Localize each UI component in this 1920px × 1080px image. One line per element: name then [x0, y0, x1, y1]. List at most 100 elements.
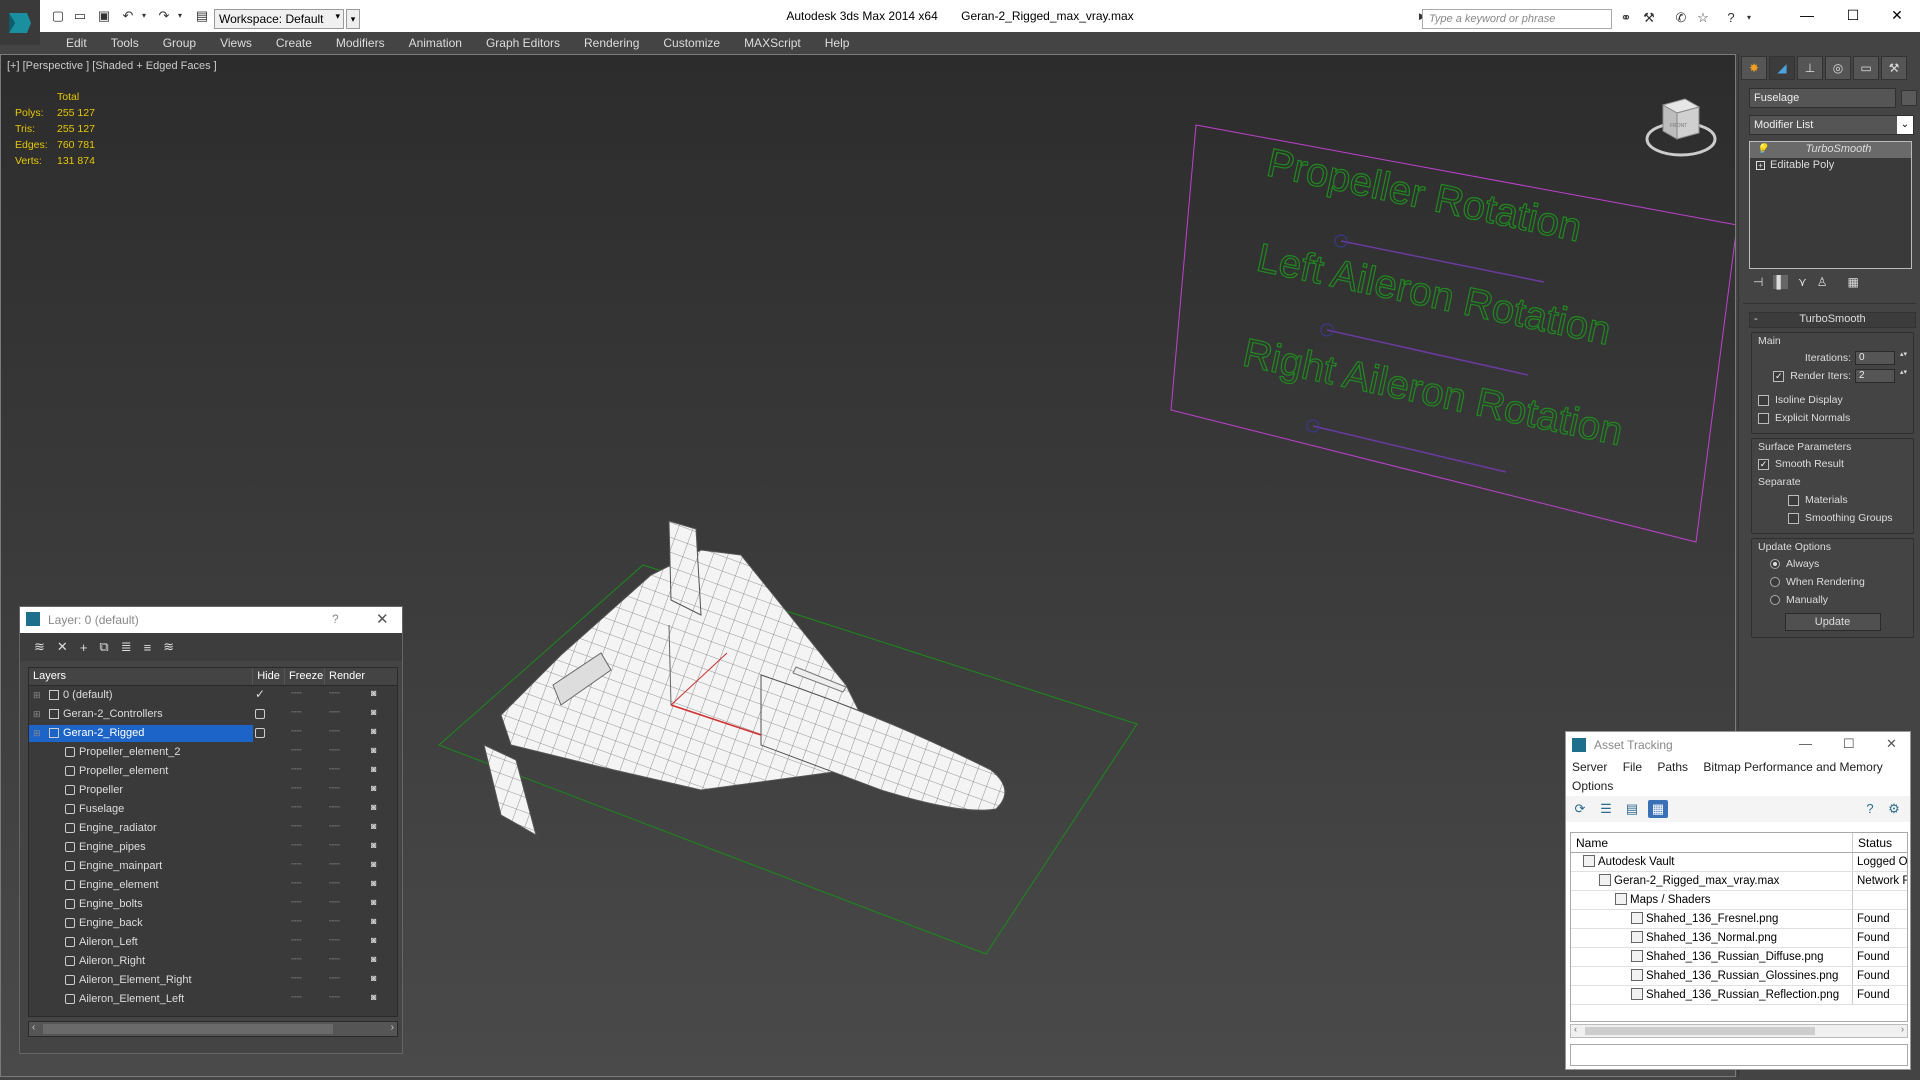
render-toggle[interactable]: ◙: [371, 840, 376, 850]
open-file-icon[interactable]: ▭: [72, 9, 88, 23]
table-view-icon[interactable]: ▦: [1648, 800, 1668, 818]
hide-toggle[interactable]: ╌╌: [291, 973, 302, 984]
freeze-toggle[interactable]: ╌╌: [329, 821, 340, 832]
freeze-toggle[interactable]: ╌╌: [329, 954, 340, 965]
app-logo-icon[interactable]: [0, 0, 40, 45]
asset-row[interactable]: Shahed_136_Russian_Glossines.png Found: [1571, 967, 1907, 986]
layer-row[interactable]: Aileron_Element_Left ╌╌ ╌╌ ◙: [29, 990, 397, 1009]
freeze-toggle[interactable]: ╌╌: [329, 916, 340, 927]
asset-row[interactable]: Autodesk Vault Logged O: [1571, 853, 1907, 872]
asset-name-cell[interactable]: Shahed_136_Russian_Diffuse.png: [1571, 948, 1853, 966]
list-view-icon[interactable]: ☰: [1596, 800, 1616, 818]
update-button[interactable]: Update: [1784, 613, 1881, 631]
layer-name-cell[interactable]: Fuselage: [29, 801, 253, 818]
scroll-left-icon[interactable]: ‹: [32, 1022, 35, 1033]
layer-name-cell[interactable]: ⊞ 0 (default): [29, 687, 253, 704]
layer-name-cell[interactable]: Propeller: [29, 782, 253, 799]
layer-row[interactable]: Engine_mainpart ╌╌ ╌╌ ◙: [29, 857, 397, 876]
hide-all-layers-icon[interactable]: ≋: [163, 639, 174, 655]
hide-toggle[interactable]: ╌╌: [291, 783, 302, 794]
column-name[interactable]: Name: [1571, 833, 1853, 852]
refresh-icon[interactable]: ⟳: [1570, 800, 1590, 818]
modify-tab-icon[interactable]: ◢: [1769, 56, 1795, 80]
menu-modifiers[interactable]: Modifiers: [324, 36, 397, 50]
freeze-toggle[interactable]: ╌╌: [329, 935, 340, 946]
highlight-layer-icon[interactable]: ≡: [144, 640, 152, 655]
maximize-button[interactable]: ☐: [1843, 736, 1855, 752]
layer-manager-icon[interactable]: ≋: [34, 639, 45, 655]
help-icon[interactable]: ?: [1860, 800, 1880, 818]
communication-icon[interactable]: ✆: [1672, 10, 1690, 26]
lightbulb-icon[interactable]: 💡: [1756, 144, 1768, 155]
asset-row[interactable]: Maps / Shaders: [1571, 891, 1907, 910]
layer-row[interactable]: Aileron_Left ╌╌ ╌╌ ◙: [29, 933, 397, 952]
column-status[interactable]: Status: [1853, 833, 1907, 852]
menu-graph-editors[interactable]: Graph Editors: [474, 36, 572, 50]
hide-toggle[interactable]: ╌╌: [291, 897, 302, 908]
expand-plus-icon[interactable]: +: [1756, 161, 1765, 170]
layer-row[interactable]: Engine_back ╌╌ ╌╌ ◙: [29, 914, 397, 933]
new-file-icon[interactable]: ▢: [50, 9, 66, 23]
layer-row[interactable]: ⊞ Geran-2_Controllers ╌╌ ╌╌ ◙: [29, 705, 397, 724]
asset-menu-server[interactable]: Server: [1572, 760, 1607, 774]
add-to-layer-icon[interactable]: ⧉: [99, 639, 108, 655]
help-button[interactable]: ?: [332, 612, 339, 626]
asset-row[interactable]: Shahed_136_Fresnel.png Found: [1571, 910, 1907, 929]
layer-name-cell[interactable]: Propeller_element_2: [29, 744, 253, 761]
asset-name-cell[interactable]: Shahed_136_Russian_Glossines.png: [1571, 967, 1853, 985]
subscription-icon[interactable]: ⚒: [1640, 10, 1658, 26]
render-iters-checkbox[interactable]: ✓: [1773, 370, 1785, 382]
column-freeze[interactable]: Freeze: [285, 668, 325, 685]
layer-name-cell[interactable]: Engine_bolts: [29, 896, 253, 913]
menu-tools[interactable]: Tools: [99, 36, 151, 50]
iterations-spinner[interactable]: 0: [1855, 351, 1908, 365]
close-button[interactable]: ✕: [376, 610, 389, 628]
render-toggle[interactable]: ◙: [371, 707, 376, 717]
render-toggle[interactable]: ◙: [371, 992, 376, 1002]
hide-toggle[interactable]: ╌╌: [291, 707, 302, 718]
render-toggle[interactable]: ◙: [371, 821, 376, 831]
freeze-toggle[interactable]: ╌╌: [329, 973, 340, 984]
asset-menu-paths[interactable]: Paths: [1657, 760, 1688, 774]
new-layer-icon[interactable]: +: [80, 640, 88, 655]
undo-dropdown-icon[interactable]: ▾: [136, 9, 152, 23]
scrollbar-thumb[interactable]: [43, 1024, 333, 1034]
hide-toggle[interactable]: ╌╌: [291, 859, 302, 870]
menu-help[interactable]: Help: [813, 36, 862, 50]
scroll-right-icon[interactable]: ›: [391, 1022, 394, 1033]
hide-toggle[interactable]: ╌╌: [291, 878, 302, 889]
layer-row[interactable]: Engine_element ╌╌ ╌╌ ◙: [29, 876, 397, 895]
asset-menu-bitmap[interactable]: Bitmap Performance and Memory: [1703, 760, 1882, 774]
render-toggle[interactable]: ◙: [371, 916, 376, 926]
freeze-toggle[interactable]: ╌╌: [329, 764, 340, 775]
scroll-left-icon[interactable]: ‹: [1574, 1024, 1577, 1034]
scroll-right-icon[interactable]: ›: [1901, 1024, 1904, 1034]
configure-sets-icon[interactable]: ▦: [1848, 275, 1859, 289]
asset-name-cell[interactable]: Shahed_136_Normal.png: [1571, 929, 1853, 947]
hide-toggle[interactable]: ╌╌: [291, 745, 302, 756]
object-name-field[interactable]: Fuselage: [1749, 88, 1917, 108]
menu-group[interactable]: Group: [151, 36, 208, 50]
save-file-icon[interactable]: ▣: [96, 9, 112, 23]
workspace-dropdown[interactable]: Workspace: Default ▾: [214, 9, 344, 29]
menu-maxscript[interactable]: MAXScript: [732, 36, 813, 50]
layer-row[interactable]: Aileron_Right ╌╌ ╌╌ ◙: [29, 952, 397, 971]
layer-row[interactable]: ⊞ Geran-2_Rigged ╌╌ ╌╌ ◙: [29, 724, 397, 743]
render-toggle[interactable]: ◙: [371, 878, 376, 888]
pin-stack-icon[interactable]: ⊣: [1753, 275, 1763, 289]
asset-name-cell[interactable]: Autodesk Vault: [1571, 853, 1853, 871]
render-toggle[interactable]: ◙: [371, 783, 376, 793]
active-layer-check-icon[interactable]: ✓: [255, 687, 265, 701]
freeze-toggle[interactable]: ╌╌: [329, 726, 340, 737]
drone-model[interactable]: [483, 520, 1006, 837]
horizontal-scrollbar[interactable]: ‹ ›: [28, 1021, 398, 1037]
tree-view-icon[interactable]: ▤: [1622, 800, 1642, 818]
project-folder-icon[interactable]: ▤: [194, 9, 210, 23]
layer-row[interactable]: Engine_radiator ╌╌ ╌╌ ◙: [29, 819, 397, 838]
viewcube[interactable]: FRONT: [1641, 87, 1721, 170]
render-toggle[interactable]: ◙: [371, 764, 376, 774]
help-icon[interactable]: ?: [1722, 10, 1740, 26]
help-dropdown-icon[interactable]: ▾: [1740, 10, 1758, 26]
hide-toggle[interactable]: ╌╌: [291, 726, 302, 737]
menu-views[interactable]: Views: [208, 36, 264, 50]
